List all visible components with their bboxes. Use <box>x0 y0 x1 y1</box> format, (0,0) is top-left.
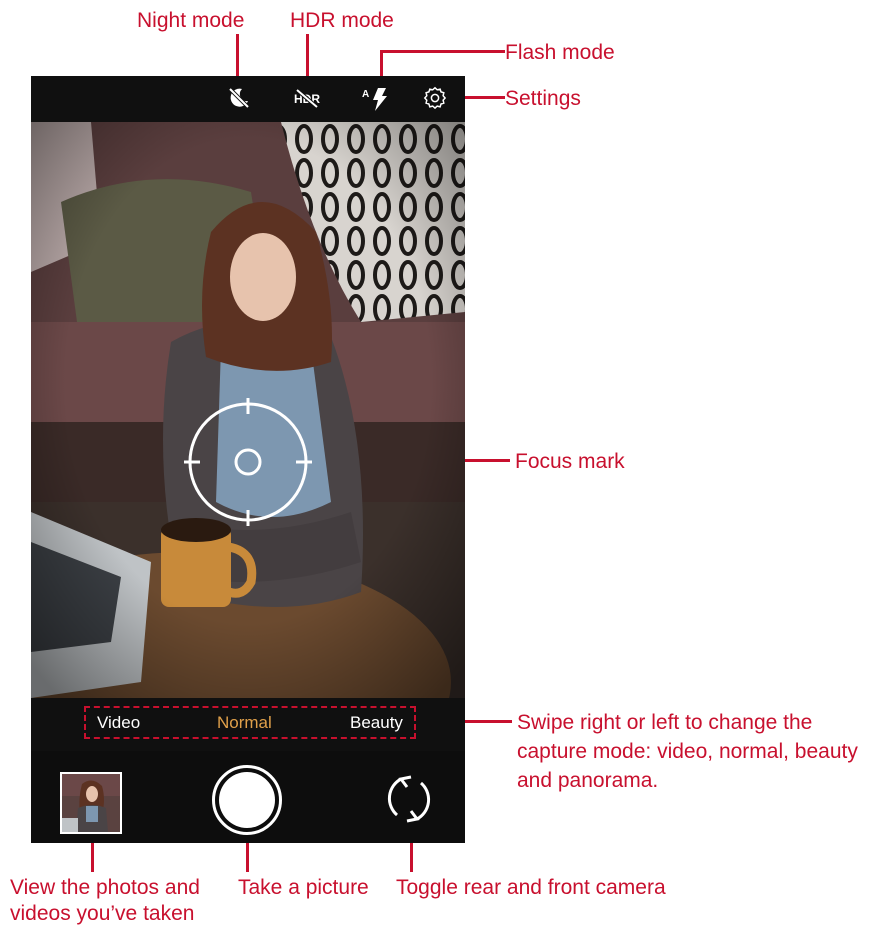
settings-callout: Settings <box>505 87 581 110</box>
focus-crosshair-icon <box>184 398 312 526</box>
flash-mode-leader-h <box>380 50 505 53</box>
hdr-off-icon[interactable]: HDR <box>293 86 323 110</box>
gallery-callout-line2: videos you’ve taken <box>10 902 195 925</box>
focus-mark-callout: Focus mark <box>515 450 625 473</box>
swipe-mode-callout-line3: and panorama. <box>517 769 659 792</box>
swipe-mode-callout-line1: Swipe right or left to change the <box>517 711 813 734</box>
gallery-thumbnail-image <box>62 774 120 832</box>
mode-normal[interactable]: Normal <box>217 713 272 733</box>
hdr-mode-leader <box>306 34 309 78</box>
shutter-button-inner <box>219 772 275 828</box>
swipe-mode-callout-line2: capture mode: video, normal, beauty <box>517 740 858 763</box>
mode-video[interactable]: Video <box>97 713 140 733</box>
night-mode-callout: Night mode <box>137 9 245 32</box>
flash-auto-icon[interactable]: A <box>361 86 389 111</box>
switch-camera-callout: Toggle rear and front camera <box>396 876 666 899</box>
shutter-callout: Take a picture <box>238 876 369 899</box>
svg-text:A: A <box>362 89 369 100</box>
shutter-button[interactable] <box>212 765 282 835</box>
capture-mode-bar[interactable]: Video Normal Beauty <box>31 698 465 751</box>
camera-viewfinder[interactable] <box>31 122 465 698</box>
moon-off-icon[interactable] <box>227 86 251 110</box>
night-mode-leader <box>236 34 239 78</box>
mode-beauty[interactable]: Beauty <box>350 713 403 733</box>
gallery-callout-line1: View the photos and <box>10 876 200 899</box>
gear-icon[interactable] <box>423 86 447 110</box>
gallery-thumbnail[interactable] <box>60 772 122 834</box>
flash-mode-callout: Flash mode <box>505 41 615 64</box>
hdr-mode-callout: HDR mode <box>290 9 394 32</box>
camera-top-bar: HDR A <box>31 76 465 122</box>
camera-screen: HDR A <box>31 76 465 843</box>
camera-switch-icon[interactable] <box>381 771 437 827</box>
camera-bottom-bar <box>31 751 465 843</box>
